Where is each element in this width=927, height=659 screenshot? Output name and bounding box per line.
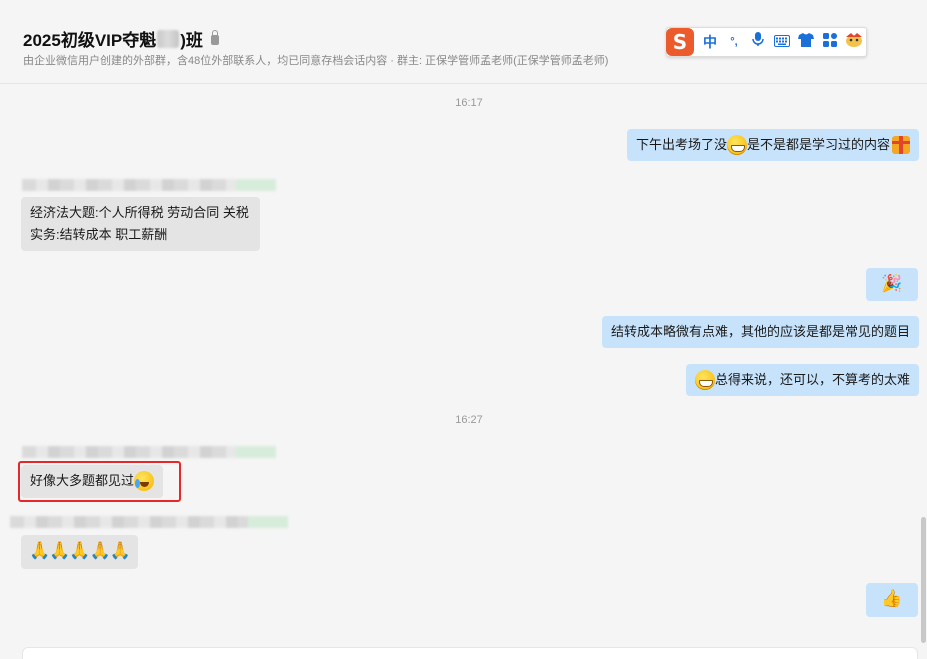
message-line: 经济法大题:个人所得税 劳动合同 关税 [30, 205, 249, 220]
sogou-logo-icon[interactable]: S [666, 28, 694, 56]
message-bubble-mine[interactable]: 下午出考场了没 是不是都是学习过的内容 [626, 129, 919, 161]
party-popper-emoji-icon: 🎉 [881, 274, 903, 293]
emoji-mascot-icon[interactable] [842, 28, 866, 56]
apps-grid-icon[interactable] [818, 28, 842, 56]
sender-tag-redacted [248, 516, 288, 528]
highlight-annotation-box [18, 461, 181, 502]
grin-emoji-icon [694, 369, 715, 390]
message-bubble-mine[interactable]: 👍 [866, 583, 918, 617]
grin-emoji-icon [726, 134, 747, 155]
chat-scrollbar[interactable] [921, 517, 926, 643]
chinese-mode-button[interactable]: 中 [698, 28, 722, 56]
message-text: 总得来说，还可以，不算考的太难 [714, 372, 910, 387]
group-title-prefix: 2025初级VIP夺魁 [23, 31, 157, 50]
message-text: 结转成本略微有点难，其他的应该是都是常见的题目 [610, 324, 910, 339]
message-line: 实务:结转成本 职工薪酬 [30, 227, 168, 242]
message-bubble-mine[interactable]: 🎉 [866, 268, 918, 301]
message-bubble-other[interactable]: 经济法大题:个人所得税 劳动合同 关税 实务:结转成本 职工薪酬 [21, 197, 260, 251]
group-subtitle: 由企业微信用户创建的外部群，含48位外部联系人，均已同意存档会话内容 · 群主:… [23, 55, 609, 67]
message-bubble-mine[interactable]: 总得来说，还可以，不算考的太难 [685, 364, 919, 396]
microphone-icon[interactable] [746, 28, 770, 56]
gift-emoji-icon [892, 135, 910, 154]
lock-icon [210, 29, 219, 45]
sender-tag-redacted [236, 446, 276, 458]
sender-name-redacted [22, 446, 276, 458]
message-text: 是不是都是学习过的内容 [746, 137, 890, 152]
keyboard-icon[interactable] [770, 28, 794, 56]
sender-name-redacted [22, 179, 276, 191]
punctuation-button[interactable]: °, [722, 28, 746, 56]
thumbs-up-emoji-icon: 👍 [881, 589, 903, 608]
group-title-suffix: )班 [180, 31, 203, 50]
message-bubble-mine[interactable]: 结转成本略微有点难，其他的应该是都是常见的题目 [601, 316, 919, 348]
ime-toolbar[interactable]: S 中 °, [666, 27, 867, 57]
sender-tag-redacted [236, 179, 276, 191]
redacted-text [157, 29, 180, 48]
praying-hands-emoji-icon: 🙏🙏🙏🙏🙏 [29, 541, 131, 560]
message-input-area[interactable] [22, 647, 918, 659]
timestamp: 16:17 [455, 97, 483, 109]
timestamp: 16:27 [455, 414, 483, 426]
sender-name-redacted [10, 516, 288, 528]
message-bubble-other[interactable]: 🙏🙏🙏🙏🙏 [21, 535, 138, 569]
group-title[interactable]: 2025初级VIP夺魁 )班 [23, 26, 219, 51]
skin-shirt-icon[interactable] [794, 28, 818, 56]
message-text: 下午出考场了没 [635, 137, 727, 152]
